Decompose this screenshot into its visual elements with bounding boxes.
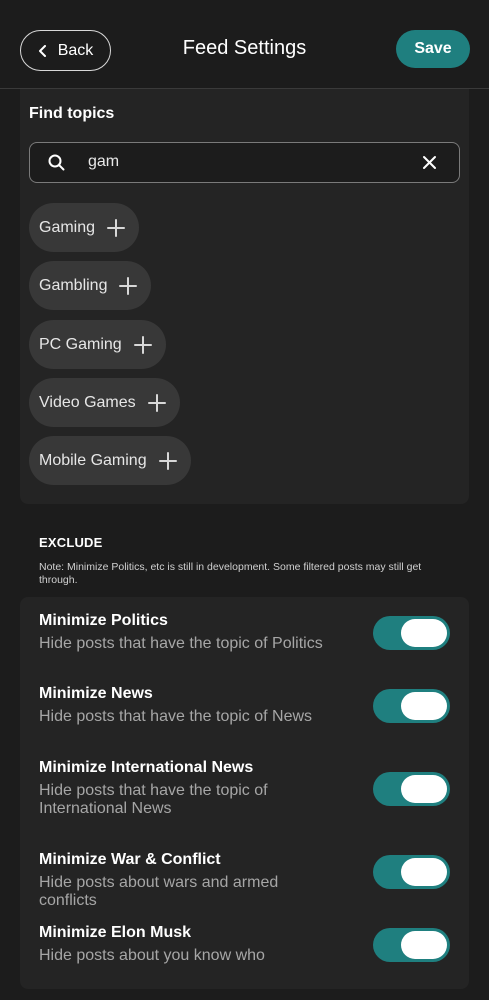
toggle-knob: [401, 931, 447, 959]
find-topics-panel: Find topics Gaming Gambling: [20, 89, 469, 504]
topic-chip-label: Gaming: [39, 218, 96, 236]
find-topics-heading: Find topics: [29, 105, 115, 122]
toggle-minimize-war-conflict[interactable]: [373, 855, 450, 889]
close-icon[interactable]: [422, 155, 437, 170]
exclude-item-description: Hide posts about wars and armed conflict…: [39, 874, 279, 909]
exclude-item-description: Hide posts that have the topic of News: [39, 708, 313, 725]
toggle-knob: [401, 619, 447, 647]
plus-icon: [119, 276, 138, 295]
save-button[interactable]: Save: [396, 30, 470, 68]
plus-icon: [158, 451, 177, 470]
exclude-item-description: Hide posts that have the topic of Politi…: [39, 635, 323, 652]
topic-chip-gaming[interactable]: Gaming: [29, 203, 140, 252]
plus-icon: [147, 393, 166, 412]
plus-icon: [133, 335, 152, 354]
topic-chip-video-games[interactable]: Video Games: [29, 378, 180, 427]
toggle-knob: [401, 775, 447, 803]
header: Back Feed Settings Save: [0, 0, 489, 89]
exclude-item-description: Hide posts that have the topic of Intern…: [39, 782, 268, 817]
topic-chip-label: PC Gaming: [39, 335, 122, 353]
topic-chip-label: Video Games: [39, 393, 136, 411]
topic-chip-gambling[interactable]: Gambling: [29, 261, 152, 310]
topic-chip-pc-gaming[interactable]: PC Gaming: [29, 320, 166, 369]
topic-search-input[interactable]: [88, 143, 408, 181]
topic-chip-mobile-gaming[interactable]: Mobile Gaming: [29, 436, 191, 485]
feed-settings-screen: Back Feed Settings Save Find topics Gami…: [0, 0, 489, 1000]
plus-icon: [107, 218, 126, 237]
toggle-knob: [401, 692, 447, 720]
toggle-minimize-elon-musk[interactable]: [373, 928, 450, 962]
exclude-note: Note: Minimize Politics, etc is still in…: [39, 561, 422, 586]
exclude-heading: EXCLUDE: [39, 535, 103, 550]
toggle-knob: [401, 858, 447, 886]
exclude-item-description: Hide posts about you know who: [39, 947, 265, 964]
topic-search-box: [29, 142, 460, 183]
topic-chip-label: Mobile Gaming: [39, 451, 147, 469]
exclude-panel: Minimize Politics Hide posts that have t…: [20, 597, 469, 989]
toggle-minimize-politics[interactable]: [373, 616, 450, 650]
search-icon: [48, 154, 65, 171]
toggle-minimize-international-news[interactable]: [373, 772, 450, 806]
toggle-minimize-news[interactable]: [373, 689, 450, 723]
topic-chip-label: Gambling: [39, 276, 108, 294]
